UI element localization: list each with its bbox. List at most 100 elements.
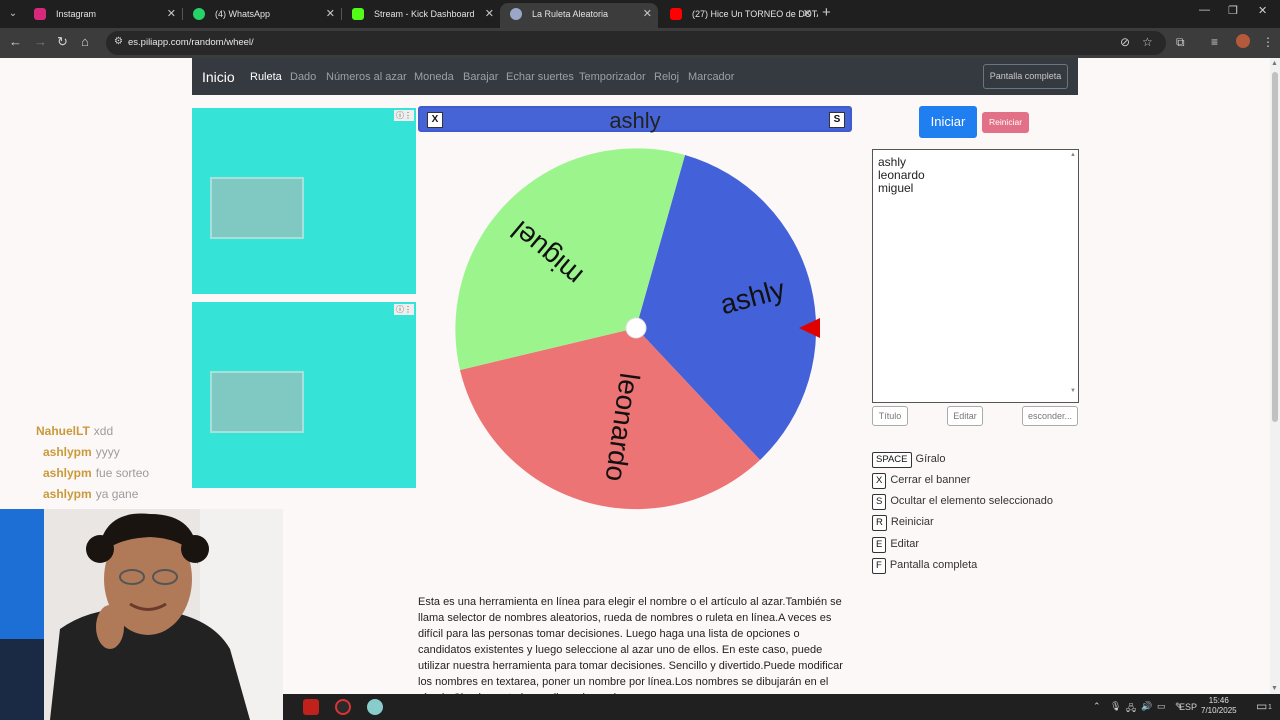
title-button[interactable]: Título: [872, 406, 908, 426]
menu-kebab-icon[interactable]: ⋮: [1262, 35, 1274, 49]
kick-icon: [352, 8, 364, 20]
clock-time: 15:46: [1208, 696, 1229, 705]
key-cap: SPACE: [872, 452, 912, 468]
tab-search-icon[interactable]: ⌄: [4, 5, 22, 23]
site-brand[interactable]: Inicio: [202, 69, 235, 85]
hide-selected-key[interactable]: S: [829, 112, 845, 128]
spin-wheel[interactable]: ashly leonardo miguel: [453, 146, 825, 514]
name-entry: miguel: [878, 181, 914, 195]
close-icon[interactable]: ✕: [326, 3, 335, 25]
nav-numeros[interactable]: Números al azar: [326, 71, 407, 83]
nav-reloj[interactable]: Reloj: [654, 71, 679, 83]
webcam-overlay: [0, 509, 283, 720]
shortcut-label: Reiniciar: [890, 516, 934, 528]
chat-username: ashlypm: [43, 445, 92, 459]
shortcut-label: Ocultar el elemento seleccionado: [890, 495, 1053, 507]
fullscreen-button[interactable]: Pantalla completa: [983, 64, 1068, 89]
site-navbar: Inicio Ruleta Dado Números al azar Moned…: [192, 58, 1078, 95]
minimize-icon[interactable]: —: [1199, 4, 1210, 16]
scroll-up-icon[interactable]: ▲: [1070, 152, 1076, 158]
chat-text: yyyy: [95, 445, 120, 459]
tab-instagram[interactable]: Instagram ✕: [24, 3, 182, 25]
nav-ruleta[interactable]: Ruleta: [250, 71, 282, 83]
bookmark-star-icon[interactable]: ☆: [1142, 35, 1153, 49]
eye-off-icon[interactable]: ⊘: [1120, 35, 1130, 49]
instagram-icon: [34, 8, 46, 20]
app-icon[interactable]: [367, 699, 383, 715]
close-banner-key[interactable]: X: [427, 112, 443, 128]
browser-tab-bar: ⌄ Instagram ✕ (4) WhatsApp ✕ Stream - Ki…: [0, 0, 1280, 28]
page-scrollbar[interactable]: ▲ ▼: [1270, 58, 1280, 694]
chat-message: NahuelLT xdd: [36, 423, 196, 444]
start-button[interactable]: Iniciar: [919, 106, 977, 138]
shortcut-label: Editar: [890, 538, 920, 550]
shortcut-e: E Editar: [872, 537, 919, 553]
volume-icon[interactable]: 🔊: [1141, 701, 1152, 712]
chat-text: ya gane: [95, 487, 139, 501]
reload-icon[interactable]: ↻: [57, 34, 68, 50]
ad-image: [210, 177, 304, 239]
nav-echar-suertes[interactable]: Echar suertes: [506, 71, 574, 83]
close-icon[interactable]: ✕: [485, 3, 494, 25]
shortcut-f: F Pantalla completa: [872, 558, 977, 574]
nav-dado[interactable]: Dado: [290, 71, 316, 83]
webcam-feed-image: [0, 509, 283, 720]
forward-icon[interactable]: →: [34, 34, 47, 49]
notification-count: 1: [1268, 704, 1272, 711]
back-icon[interactable]: ←: [9, 34, 22, 49]
home-icon[interactable]: ⌂: [81, 34, 89, 49]
obs-icon[interactable]: [335, 699, 351, 715]
shortcut-r: R Reiniciar: [872, 515, 934, 531]
result-winner: ashly: [609, 108, 661, 133]
reset-button[interactable]: Reiniciar: [982, 112, 1029, 133]
whatsapp-icon: [193, 8, 205, 20]
tab-youtube-video[interactable]: (27) Hice Un TORNEO de DOTA ✕: [660, 3, 818, 25]
tab-label: (27) Hice Un TORNEO de DOTA: [692, 9, 818, 19]
ad-banner-top[interactable]: ⓘ⋮: [192, 108, 416, 294]
names-textarea[interactable]: ashly leonardo miguel ▲ ▼: [872, 149, 1079, 403]
battery-icon[interactable]: ▭: [1157, 701, 1166, 712]
scroll-down-icon[interactable]: ▼: [1271, 685, 1278, 692]
media-control-icon[interactable]: ≡: [1211, 35, 1218, 49]
close-icon[interactable]: ✕: [643, 3, 652, 25]
extensions-icon[interactable]: ⧉: [1176, 35, 1185, 50]
address-bar[interactable]: ⚙ es.piliapp.com/random/wheel/: [106, 31, 1166, 55]
scroll-thumb[interactable]: [1272, 72, 1278, 422]
result-banner: ashly X S: [418, 106, 852, 133]
site-info-icon[interactable]: ⚙: [114, 36, 123, 47]
profile-avatar[interactable]: [1236, 34, 1250, 48]
nav-moneda[interactable]: Moneda: [414, 71, 454, 83]
nav-temporizador[interactable]: Temporizador: [579, 71, 646, 83]
close-icon[interactable]: ✕: [167, 3, 176, 25]
tab-ruleta-aleatoria[interactable]: La Ruleta Aleatoria ✕: [500, 3, 658, 28]
nav-marcador[interactable]: Marcador: [688, 71, 734, 83]
new-tab-icon[interactable]: +: [822, 4, 831, 21]
chat-text: xdd: [93, 424, 114, 438]
scroll-down-icon[interactable]: ▼: [1070, 388, 1076, 394]
tab-kick-dashboard[interactable]: Stream - Kick Dashboard ✕: [342, 3, 500, 25]
taskbar-clock[interactable]: 15:46 7/10/2025: [1201, 696, 1237, 716]
shortcut-label: Gíralo: [915, 453, 946, 465]
ad-banner-bottom[interactable]: ⓘ⋮: [192, 302, 416, 488]
youtube-icon: [670, 8, 682, 20]
language-indicator[interactable]: ESP: [1179, 702, 1197, 712]
notification-icon[interactable]: ▭: [1256, 699, 1267, 713]
dota-icon[interactable]: [303, 699, 319, 715]
tab-whatsapp[interactable]: (4) WhatsApp ✕: [183, 3, 341, 25]
chat-username: NahuelLT: [36, 424, 90, 438]
url-text: es.piliapp.com/random/wheel/: [128, 37, 254, 48]
ad-info-icon[interactable]: ⓘ⋮: [394, 304, 414, 315]
microphone-icon[interactable]: 🎙: [1110, 701, 1121, 712]
hide-button[interactable]: esconder...: [1022, 406, 1078, 426]
window-close-icon[interactable]: ✕: [1258, 4, 1267, 17]
tray-expand-icon[interactable]: ⌃: [1093, 701, 1101, 712]
restore-icon[interactable]: ❐: [1228, 4, 1238, 17]
nav-barajar[interactable]: Barajar: [463, 71, 498, 83]
edit-button[interactable]: Editar: [947, 406, 983, 426]
chat-username: ashlypm: [43, 487, 92, 501]
scroll-up-icon[interactable]: ▲: [1271, 60, 1278, 67]
network-icon[interactable]: 🖧: [1126, 701, 1136, 717]
tab-label: (4) WhatsApp: [215, 9, 271, 19]
ad-info-icon[interactable]: ⓘ⋮: [394, 110, 414, 121]
close-icon[interactable]: ✕: [803, 3, 812, 25]
